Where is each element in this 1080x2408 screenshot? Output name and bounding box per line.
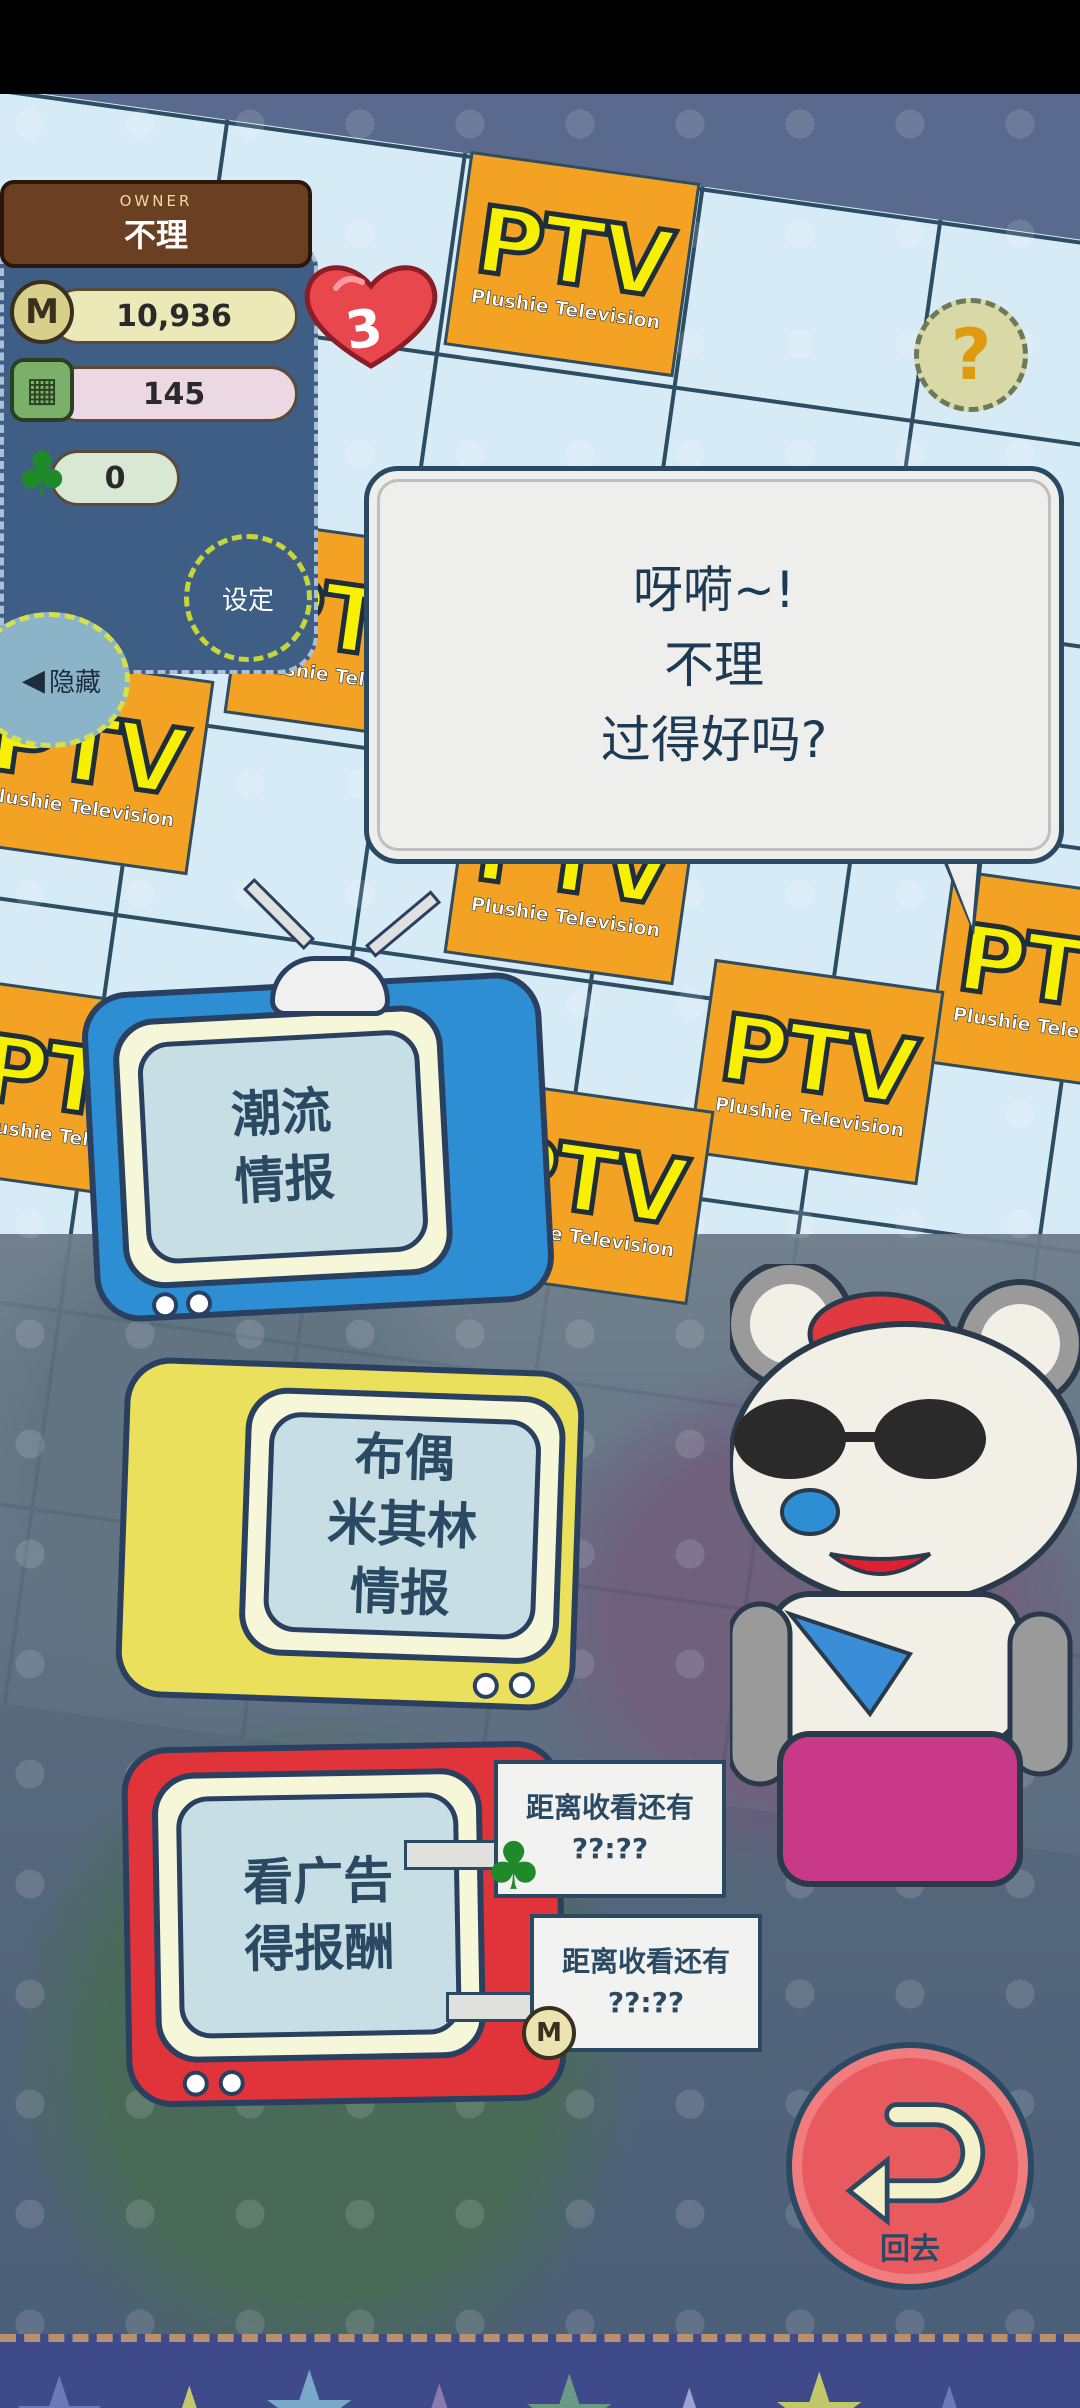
owner-nameplate: OWNER 不理 — [0, 180, 312, 268]
owner-caption: OWNER — [119, 192, 193, 210]
ptv-tile: PTV Plushie Television — [443, 150, 701, 378]
coin-value: 10,936 — [116, 298, 232, 334]
back-button[interactable]: 回去 — [786, 2042, 1034, 2290]
star-icon: ★ — [640, 2374, 739, 2408]
michelin-tv[interactable]: 布偶 米其林 情报 — [114, 1356, 586, 1712]
greeting-line-3: 过得好吗? — [600, 710, 828, 769]
hide-label: 隐藏 — [48, 667, 101, 698]
ads-tv-glass: 看广告 得报酬 — [175, 1791, 462, 2039]
status-bar — [0, 0, 1080, 94]
star-icon: ★ — [520, 2360, 619, 2408]
coin-icon-letter: M — [25, 292, 59, 332]
star-icon: ★ — [140, 2372, 239, 2408]
greeting-line-2: 不理 — [664, 635, 764, 694]
trends-label-line-1: 潮流 — [229, 1080, 333, 1144]
tv-knob — [508, 1671, 536, 1699]
clover-icon: ♣ — [484, 1828, 544, 1905]
michelin-tv-screen: 布偶 米其林 情报 — [237, 1386, 567, 1666]
star-icon: ★ — [260, 2356, 359, 2408]
settings-button[interactable]: 设定 — [184, 534, 312, 662]
help-button[interactable]: ? — [914, 298, 1028, 412]
speech-tail-fill — [944, 854, 978, 926]
supplies-count: 145 — [50, 366, 298, 422]
basket-icon: ▦ — [10, 358, 74, 422]
tv-antenna — [270, 956, 390, 1016]
help-label: ? — [950, 314, 992, 396]
greeting-line-1: 呀嗬~! — [633, 560, 795, 619]
arrow-left-icon: ◀ — [21, 662, 45, 698]
ptv-tile: PTV Plushie Television — [687, 958, 945, 1186]
star-icon: ★ — [770, 2358, 869, 2408]
tv-knob — [182, 2070, 209, 2097]
coin-icon: M — [10, 280, 74, 344]
tv-knob — [151, 1291, 179, 1319]
trends-tv[interactable]: 潮流 情报 — [79, 970, 557, 1324]
bear-character — [730, 1264, 1080, 1887]
trends-tv-glass: 潮流 情报 — [136, 1028, 430, 1266]
clover-icon: ♣ — [15, 439, 69, 509]
michelin-label-line-2: 米其林 — [326, 1493, 479, 1557]
coin-icon-letter: M — [536, 2018, 562, 2048]
ads-label-line-2: 得报酬 — [243, 1918, 395, 1979]
michelin-tv-glass: 布偶 米其林 情报 — [262, 1411, 543, 1641]
owner-name: 不理 — [123, 216, 188, 254]
game-stage: PTV Plushie Television PTV Plushie Telev… — [0, 94, 1080, 2408]
clover-value: 0 — [104, 460, 126, 496]
coin-stat: 10,936 M — [10, 280, 300, 348]
settings-label: 设定 — [221, 585, 274, 616]
trends-tv-screen: 潮流 情报 — [111, 1003, 455, 1291]
coin-timer-value: ??:?? — [607, 1986, 685, 2019]
supplies-stat: 145 ▦ — [10, 358, 300, 426]
supplies-value: 145 — [142, 376, 206, 412]
speech-bubble: 呀嗬~! 不理 过得好吗? — [364, 466, 1064, 864]
coin-timer-label: 距离收看还有 — [561, 1945, 730, 1979]
tv-knob — [218, 2069, 245, 2097]
coin-count: 10,936 — [50, 288, 298, 344]
star-icon: ★ — [900, 2372, 999, 2408]
back-label: 回去 — [880, 2232, 940, 2267]
tv-knob — [472, 1672, 500, 1700]
bottom-frame: ★ ★ ★ ★ ★ ★ ★ ★ — [0, 2334, 1080, 2408]
michelin-label-line-3: 情报 — [349, 1561, 451, 1624]
tv-knob — [185, 1289, 213, 1318]
clover-timer-label: 距离收看还有 — [525, 1791, 694, 1825]
clover-stat: 0 ♣ — [10, 439, 300, 510]
michelin-label-line-1: 布偶 — [353, 1426, 456, 1489]
clover-timer-value: ??:?? — [571, 1832, 649, 1865]
ads-tv-screen: 看广告 得报酬 — [151, 1767, 487, 2064]
coin-icon: M — [522, 2006, 576, 2060]
trends-label-line-2: 情报 — [233, 1148, 337, 1212]
star-icon: ★ — [390, 2370, 489, 2408]
ads-label-line-1: 看广告 — [242, 1850, 394, 1912]
star-icon: ★ — [10, 2362, 109, 2408]
